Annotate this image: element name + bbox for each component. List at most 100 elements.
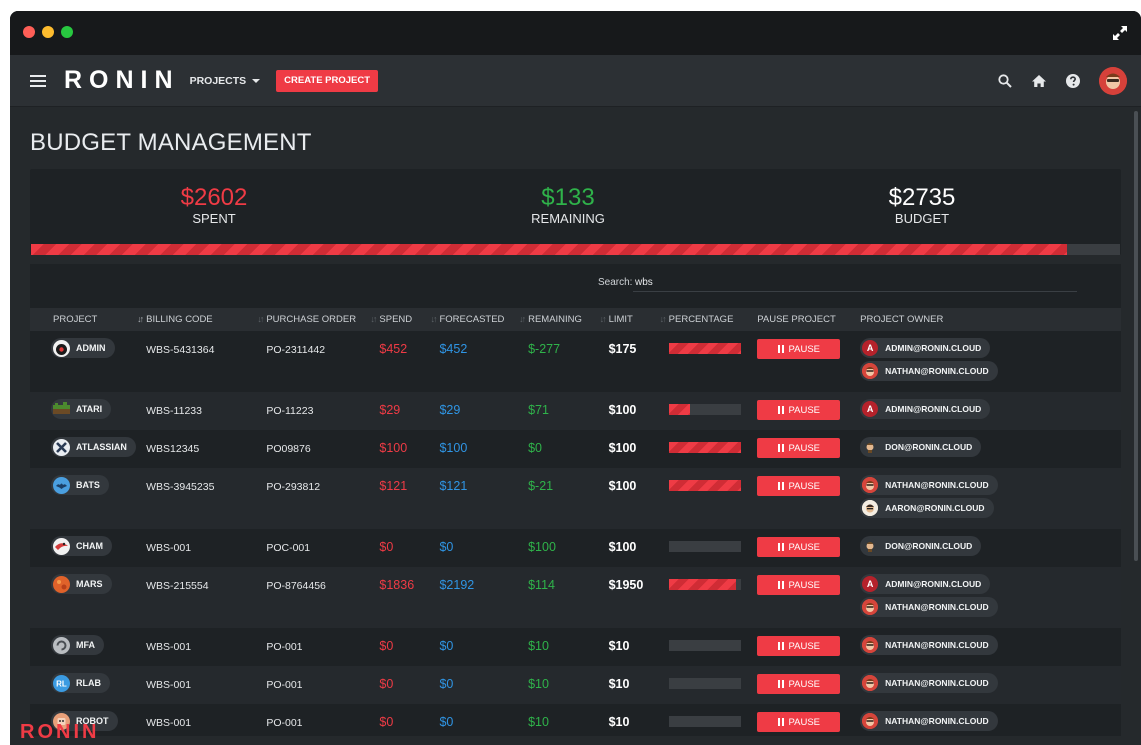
cell-limit: $1950 — [608, 567, 669, 628]
forecast-value: $0 — [439, 715, 454, 729]
owner-pill[interactable]: NATHAN@RONIN.CLOUD — [860, 673, 998, 693]
owner-pill[interactable]: AARON@RONIN.CLOUD — [860, 498, 994, 518]
pause-project-button[interactable]: PAUSE — [757, 575, 841, 595]
cell-remaining: $10 — [528, 666, 609, 704]
cell-pause: PAUSE — [757, 331, 861, 392]
owner-pill[interactable]: DON@RONIN.CLOUD — [860, 437, 982, 457]
project-pill[interactable]: RL RLAB — [51, 673, 110, 693]
project-pill[interactable]: MFA — [51, 635, 104, 655]
cell-remaining: $-277 — [528, 331, 609, 392]
owner-pill[interactable]: NATHAN@RONIN.CLOUD — [860, 475, 998, 495]
menu-icon[interactable] — [30, 74, 46, 87]
remaining-value: $100 — [528, 540, 556, 554]
brand-logo[interactable]: RONIN — [64, 66, 180, 95]
limit-value: $100 — [608, 403, 637, 417]
window-controls — [23, 26, 73, 38]
pause-project-button[interactable]: PAUSE — [757, 400, 841, 420]
pause-project-button[interactable]: PAUSE — [757, 537, 841, 557]
pause-project-button[interactable]: PAUSE — [757, 339, 841, 359]
project-pill[interactable]: ATARI — [51, 399, 112, 419]
project-pill[interactable]: ADMIN — [51, 338, 115, 358]
owner-email: NATHAN@RONIN.CLOUD — [885, 640, 989, 650]
search-input[interactable] — [633, 274, 1077, 292]
owner-pill[interactable]: A ADMIN@RONIN.CLOUD — [860, 574, 991, 594]
purchase-order: PO-2311442 — [266, 344, 326, 356]
close-window-button[interactable] — [23, 26, 35, 38]
owner-pill[interactable]: NATHAN@RONIN.CLOUD — [860, 711, 998, 731]
cell-percentage — [668, 331, 758, 392]
pause-project-button[interactable]: PAUSE — [757, 636, 841, 656]
cell-spend: $452 — [379, 331, 440, 392]
owner-list: NATHAN@RONIN.CLOUD — [860, 628, 1121, 664]
limit-value: $100 — [608, 540, 637, 554]
column-header-limit[interactable]: LIMIT ↓↑ — [608, 308, 669, 331]
owner-pill[interactable]: NATHAN@RONIN.CLOUD — [860, 361, 998, 381]
cell-forecasted: $0 — [439, 529, 529, 567]
project-pill[interactable]: CHAM — [51, 536, 112, 556]
pause-icon — [777, 581, 784, 589]
project-pill[interactable]: MARS — [51, 574, 112, 594]
owner-email: NATHAN@RONIN.CLOUD — [885, 602, 989, 612]
column-header-pause-project: PAUSE PROJECT — [757, 308, 861, 331]
owner-email: ADMIN@RONIN.CLOUD — [885, 579, 982, 589]
owner-email: DON@RONIN.CLOUD — [885, 541, 973, 551]
remaining-value: $10 — [528, 677, 549, 691]
cell-remaining: $10 — [528, 704, 609, 736]
search-icon[interactable] — [997, 73, 1013, 89]
pause-project-button[interactable]: PAUSE — [757, 438, 841, 458]
cell-owner: DON@RONIN.CLOUD — [860, 529, 1121, 567]
cell-limit: $100 — [608, 392, 669, 430]
home-icon[interactable] — [1031, 73, 1047, 89]
pause-project-button[interactable]: PAUSE — [757, 674, 841, 694]
user-avatar[interactable] — [1099, 67, 1127, 95]
forecast-value: $121 — [439, 479, 468, 493]
fullscreen-expand-icon[interactable] — [1111, 24, 1129, 42]
owner-pill[interactable]: DON@RONIN.CLOUD — [860, 536, 982, 556]
help-icon[interactable] — [1065, 73, 1081, 89]
purchase-order: PO-8764456 — [266, 580, 326, 592]
cell-purchase-order: PO-293812 — [266, 468, 380, 529]
cell-forecasted: $100 — [439, 430, 529, 468]
pause-project-button[interactable]: PAUSE — [757, 712, 841, 732]
create-project-button[interactable]: CREATE PROJECT — [276, 69, 379, 92]
cell-billing-code: WBS-001 — [146, 704, 267, 736]
column-header-billing-code[interactable]: BILLING CODE ↓↑ — [146, 308, 267, 331]
zoom-window-button[interactable] — [61, 26, 73, 38]
owner-pill[interactable]: NATHAN@RONIN.CLOUD — [860, 635, 998, 655]
cell-spend: $0 — [379, 704, 440, 736]
column-header-spend[interactable]: SPEND ↓↑ — [379, 308, 440, 331]
owner-pill[interactable]: A ADMIN@RONIN.CLOUD — [860, 338, 991, 358]
percentage-bar — [668, 579, 741, 590]
cell-billing-code: WBS-001 — [146, 666, 267, 704]
page-scrollbar[interactable] — [1134, 111, 1138, 561]
pause-icon — [777, 718, 784, 726]
table-row: ADMIN WBS-5431364 PO-2311442 $452 $452 $-277 $… — [30, 331, 1121, 392]
cell-forecasted: $0 — [439, 704, 529, 736]
project-pill[interactable]: ATLASSIAN — [51, 437, 136, 457]
column-header-project[interactable]: PROJECT ↓↑ — [30, 308, 147, 331]
project-name: RLAB — [76, 678, 101, 688]
owner-pill[interactable]: NATHAN@RONIN.CLOUD — [860, 597, 998, 617]
owner-list: A ADMIN@RONIN.CLOUD — [860, 392, 1121, 428]
pause-icon — [777, 642, 784, 650]
pause-label: PAUSE — [788, 480, 821, 492]
project-pill[interactable]: BATS — [51, 475, 109, 495]
percentage-fill — [668, 343, 741, 354]
admin-avatar-icon: A — [862, 401, 879, 417]
column-header-remaining[interactable]: REMAINING ↓↑ — [528, 308, 609, 331]
limit-value: $100 — [608, 441, 637, 455]
budget-summary: $2602 SPENT $133 REMAINING $2735 BUDGET — [30, 169, 1121, 255]
pause-project-button[interactable]: PAUSE — [757, 476, 841, 496]
minimize-window-button[interactable] — [42, 26, 54, 38]
bat-icon — [53, 476, 70, 494]
remaining-value: $71 — [528, 403, 549, 417]
column-header-forecasted[interactable]: FORECASTED ↓↑ — [439, 308, 529, 331]
cell-limit: $100 — [608, 468, 669, 529]
owner-pill[interactable]: A ADMIN@RONIN.CLOUD — [860, 399, 991, 419]
column-label: PAUSE PROJECT — [757, 314, 836, 325]
cell-limit: $100 — [608, 430, 669, 468]
projects-dropdown[interactable]: PROJECTS — [190, 75, 261, 87]
cell-percentage — [668, 430, 758, 468]
column-header-purchase-order[interactable]: PURCHASE ORDER ↓↑ — [266, 308, 380, 331]
cell-project: MFA — [30, 628, 147, 666]
